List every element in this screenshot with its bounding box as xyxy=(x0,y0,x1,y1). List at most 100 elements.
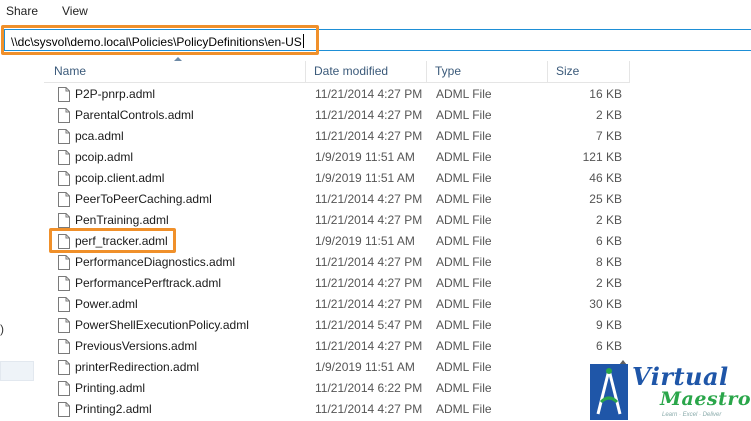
file-row-7[interactable]: perf_tracker.adml 1/9/2019 11:51 AM ADML… xyxy=(44,231,630,252)
file-name: P2P-pnrp.adml xyxy=(75,87,156,101)
file-name: pca.adml xyxy=(75,129,124,143)
file-type: ADML File xyxy=(436,339,492,353)
file-name: Printing2.adml xyxy=(75,402,152,416)
column-header-name[interactable]: Name xyxy=(44,61,306,82)
file-name: pcoip.adml xyxy=(75,150,134,164)
file-name: PreviousVersions.adml xyxy=(75,339,198,353)
file-name: perf_tracker.adml xyxy=(75,234,168,248)
column-header-row: Name Date modified Type Size xyxy=(44,61,630,83)
file-type: ADML File xyxy=(436,318,492,332)
file-date-modified: 11/21/2014 4:27 PM xyxy=(315,255,423,269)
file-row-1[interactable]: ParentalControls.adml 11/21/2014 4:27 PM… xyxy=(44,105,630,126)
file-date-modified: 11/21/2014 4:27 PM xyxy=(315,297,423,311)
file-row-14[interactable]: Printing.adml 11/21/2014 6:22 PM ADML Fi… xyxy=(44,378,630,399)
file-row-2[interactable]: pca.adml 11/21/2014 4:27 PM ADML File 7 … xyxy=(44,126,630,147)
file-row-8[interactable]: PerformanceDiagnostics.adml 11/21/2014 4… xyxy=(44,252,630,273)
file-type: ADML File xyxy=(436,381,492,395)
file-date-modified: 11/21/2014 4:27 PM xyxy=(315,402,423,416)
logo-text-virtual: Virtual xyxy=(632,362,729,391)
file-row-3[interactable]: pcoip.adml 1/9/2019 11:51 AM ADML File 1… xyxy=(44,147,630,168)
file-date-modified: 1/9/2019 11:51 AM xyxy=(315,234,415,248)
file-row-10[interactable]: Power.adml 11/21/2014 4:27 PM ADML File … xyxy=(44,294,630,315)
file-name: Printing.adml xyxy=(75,381,146,395)
document-file-icon xyxy=(58,360,70,375)
address-bar[interactable]: \\dc\sysvol\demo.local\Policies\PolicyDe… xyxy=(4,29,751,51)
file-date-modified: 1/9/2019 11:51 AM xyxy=(315,360,415,374)
column-header-type[interactable]: Type xyxy=(427,61,548,82)
document-file-icon xyxy=(58,87,70,102)
file-date-modified: 11/21/2014 4:27 PM xyxy=(315,339,423,353)
ribbon: Share View xyxy=(0,0,751,22)
file-type: ADML File xyxy=(436,360,492,374)
document-file-icon xyxy=(58,255,70,270)
file-date-modified: 11/21/2014 4:27 PM xyxy=(315,129,423,143)
file-type: ADML File xyxy=(436,192,492,206)
document-file-icon xyxy=(58,381,70,396)
file-date-modified: 11/21/2014 4:27 PM xyxy=(315,192,423,206)
file-type: ADML File xyxy=(436,129,492,143)
file-row-5[interactable]: PeerToPeerCaching.adml 11/21/2014 4:27 P… xyxy=(44,189,630,210)
column-header-size[interactable]: Size xyxy=(548,61,630,82)
file-row-9[interactable]: PerformancePerftrack.adml 11/21/2014 4:2… xyxy=(44,273,630,294)
file-type: ADML File xyxy=(436,150,492,164)
file-row-6[interactable]: PenTraining.adml 11/21/2014 4:27 PM ADML… xyxy=(44,210,630,231)
file-date-modified: 11/21/2014 6:22 PM xyxy=(315,381,423,395)
address-path-text: \\dc\sysvol\demo.local\Policies\PolicyDe… xyxy=(11,35,302,49)
file-row-11[interactable]: PowerShellExecutionPolicy.adml 11/21/201… xyxy=(44,315,630,336)
compass-logo-icon xyxy=(590,364,628,420)
file-type: ADML File xyxy=(436,213,492,227)
file-name: ParentalControls.adml xyxy=(75,108,194,122)
column-header-date-modified[interactable]: Date modified xyxy=(306,61,427,82)
nav-item-partial[interactable]: ) xyxy=(0,322,4,336)
file-name: pcoip.client.adml xyxy=(75,171,165,185)
file-type: ADML File xyxy=(436,402,492,416)
logo-text-maestro: Maestro xyxy=(660,388,751,410)
file-name: Power.adml xyxy=(75,297,138,311)
file-row-13[interactable]: printerRedirection.adml 1/9/2019 11:51 A… xyxy=(44,357,630,378)
file-name: printerRedirection.adml xyxy=(75,360,200,374)
file-date-modified: 1/9/2019 11:51 AM xyxy=(315,150,415,164)
document-file-icon xyxy=(58,297,70,312)
file-type: ADML File xyxy=(436,87,492,101)
file-date-modified: 11/21/2014 5:47 PM xyxy=(315,318,423,332)
logo-tagline: Learn · Excel · Deliver xyxy=(662,412,722,418)
file-row-0[interactable]: P2P-pnrp.adml 11/21/2014 4:27 PM ADML Fi… xyxy=(44,84,630,105)
ribbon-tab-share[interactable]: Share xyxy=(6,4,38,18)
file-list: P2P-pnrp.adml 11/21/2014 4:27 PM ADML Fi… xyxy=(44,84,630,420)
document-file-icon xyxy=(58,150,70,165)
document-file-icon xyxy=(58,129,70,144)
document-file-icon xyxy=(58,171,70,186)
document-file-icon xyxy=(58,318,70,333)
document-file-icon xyxy=(58,276,70,291)
document-file-icon xyxy=(58,108,70,123)
file-type: ADML File xyxy=(436,276,492,290)
file-name: PowerShellExecutionPolicy.adml xyxy=(75,318,249,332)
file-row-4[interactable]: pcoip.client.adml 1/9/2019 11:51 AM ADML… xyxy=(44,168,630,189)
file-date-modified: 1/9/2019 11:51 AM xyxy=(315,171,415,185)
virtual-maestro-logo: Virtual Maestro Learn · Excel · Deliver xyxy=(588,360,751,421)
document-file-icon xyxy=(58,339,70,354)
document-file-icon xyxy=(58,192,70,207)
file-name: PenTraining.adml xyxy=(75,213,169,227)
ribbon-tab-view[interactable]: View xyxy=(62,4,88,18)
file-date-modified: 11/21/2014 4:27 PM xyxy=(315,87,423,101)
file-name: PeerToPeerCaching.adml xyxy=(75,192,212,206)
nav-selected-item[interactable] xyxy=(0,361,34,381)
file-type: ADML File xyxy=(436,108,492,122)
file-type: ADML File xyxy=(436,297,492,311)
document-file-icon xyxy=(58,402,70,417)
file-name: PerformancePerftrack.adml xyxy=(75,276,222,290)
navigation-pane: ) xyxy=(0,58,36,421)
file-row-15[interactable]: Printing2.adml 11/21/2014 4:27 PM ADML F… xyxy=(44,399,630,420)
document-file-icon xyxy=(58,213,70,228)
file-type: ADML File xyxy=(436,234,492,248)
file-row-12[interactable]: PreviousVersions.adml 11/21/2014 4:27 PM… xyxy=(44,336,630,357)
file-date-modified: 11/21/2014 4:27 PM xyxy=(315,108,423,122)
address-bar-area: \\dc\sysvol\demo.local\Policies\PolicyDe… xyxy=(0,25,751,55)
address-bar-input[interactable]: \\dc\sysvol\demo.local\Policies\PolicyDe… xyxy=(11,34,304,49)
text-caret xyxy=(302,34,304,48)
file-date-modified: 11/21/2014 4:27 PM xyxy=(315,213,423,227)
file-date-modified: 11/21/2014 4:27 PM xyxy=(315,276,423,290)
file-type: ADML File xyxy=(436,255,492,269)
file-name: PerformanceDiagnostics.adml xyxy=(75,255,236,269)
